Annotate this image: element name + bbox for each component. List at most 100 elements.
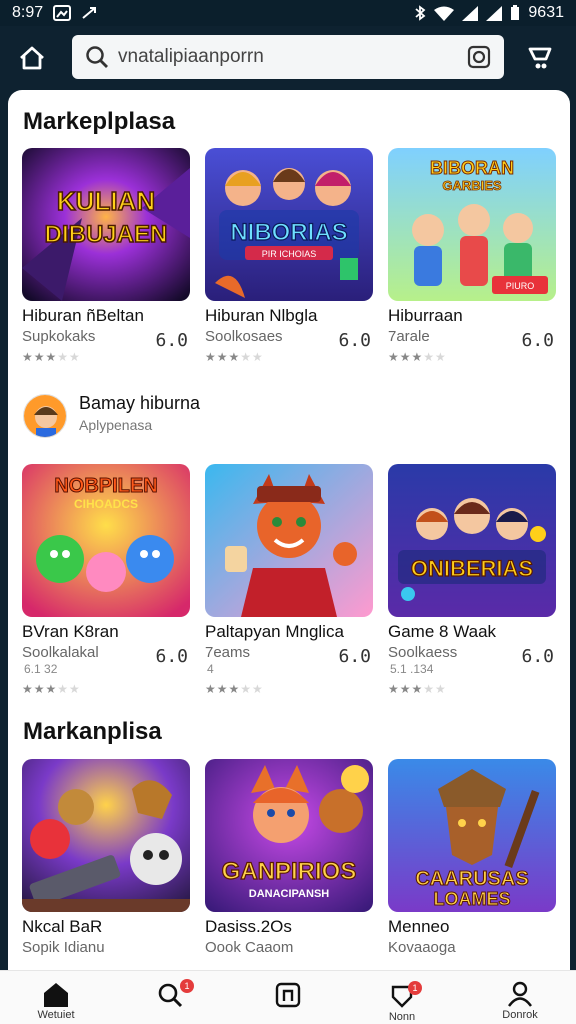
nav-home-label: Wetuiet	[37, 1009, 75, 1021]
camera-icon[interactable]	[466, 44, 492, 70]
app-card[interactable]: Paltapyan Mnglica 7eams 4 ★★★★★ 6.0	[205, 464, 373, 696]
app-thumbnail[interactable]: NOBPILEN CIHOADCS	[22, 464, 190, 617]
thumb-title: KULIAN	[57, 186, 155, 216]
app-card[interactable]: NOBPILEN CIHOADCS BVran K8ran Soolkalaka…	[22, 464, 190, 696]
section-title: Markeplplasa	[23, 108, 176, 135]
app-name: Paltapyan Mnglica	[205, 622, 344, 641]
app-developer: Soolkosaes	[205, 328, 283, 345]
bag-icon	[275, 982, 301, 1008]
cart-icon	[528, 47, 552, 69]
avatar[interactable]	[23, 394, 67, 438]
thumb-subtitle: GARBIES	[442, 178, 502, 193]
search-icon	[86, 46, 108, 68]
app-price: 6.0	[155, 646, 188, 667]
app-card[interactable]: Nkcal BaR Sopik Idianu	[22, 759, 190, 956]
app-developer: Oook Caaom	[205, 939, 294, 956]
thumb-title: GANPIRIOS	[222, 858, 357, 885]
nav-offers[interactable]: 1 Nonn	[352, 971, 452, 1024]
nav-arrow-icon	[82, 7, 97, 19]
search-input[interactable]	[118, 46, 466, 68]
app-card[interactable]: NIBORIAS PIR ICHOIAS Hiburan Nlbgla Sool…	[205, 148, 373, 364]
app-price: 6.0	[338, 330, 371, 351]
section-title: Markanplisa	[23, 718, 162, 745]
app-thumbnail[interactable]: NIBORIAS PIR ICHOIAS	[205, 148, 373, 301]
content-panel: Markeplplasa KULIAN DIBUJAEN Hiburan ñBe…	[8, 90, 570, 970]
app-name: Dasiss.2Os	[205, 917, 292, 936]
app-thumbnail[interactable]: CAARUSAS LOAMES	[388, 759, 556, 912]
app-price: 6.0	[521, 646, 554, 667]
star-rating: ★★★★★	[388, 682, 447, 696]
thumb-title: NIBORIAS	[230, 219, 347, 246]
signal-icon	[462, 5, 479, 21]
nav-profile[interactable]: Donrok	[470, 971, 570, 1024]
app-thumbnail[interactable]: KULIAN DIBUJAEN	[22, 148, 190, 301]
app-name: Menneo	[388, 917, 450, 936]
app-card[interactable]: ONIBERIAS Game 8 Waak Soolkaess 5.1 .134…	[388, 464, 556, 696]
nav-offers-label: Nonn	[388, 1011, 416, 1023]
cart-button[interactable]	[522, 40, 558, 76]
app-price: 6.0	[155, 330, 188, 351]
app-developer: Soolkaess	[388, 644, 458, 661]
status-time: 8:97	[12, 4, 44, 21]
search-bar[interactable]	[72, 35, 504, 79]
bottom-navigation: Wetuiet 1 1 Nonn Donrok	[0, 970, 576, 1024]
app-name: Hiburan ñBeltan	[22, 306, 144, 325]
app-developer: Soolkalakal	[22, 644, 99, 661]
thumb-title: BIBORAN	[430, 158, 514, 178]
app-card[interactable]: BIBORAN GARBIES PIURO Hiburraan 7arale ★…	[388, 148, 556, 364]
status-bar: 8:97 9631	[0, 0, 576, 26]
app-meta: 4	[207, 662, 214, 676]
home-icon	[44, 983, 68, 1007]
app-thumbnail[interactable]: ONIBERIAS	[388, 464, 556, 617]
app-price: 6.0	[338, 646, 371, 667]
thumb-subtitle: PIR ICHOIAS	[262, 249, 317, 259]
thumb-tag: PIURO	[506, 281, 535, 291]
thumb-subtitle: LOAMES	[433, 889, 510, 909]
app-card[interactable]: GANPIRIOS DANACIPANSH Dasiss.2Os Oook Ca…	[205, 759, 373, 956]
nav-profile-label: Donrok	[502, 1009, 538, 1021]
app-meta: 6.1 32	[24, 662, 58, 676]
home-button[interactable]	[14, 40, 50, 76]
app-name: Nkcal BaR	[22, 917, 103, 936]
battery-icon	[511, 5, 520, 20]
thumb-subtitle: DANACIPANSH	[249, 888, 330, 900]
home-icon	[20, 46, 44, 70]
app-name: BVran K8ran	[22, 622, 119, 641]
bluetooth-icon	[415, 5, 426, 21]
notification-badge: 1	[180, 979, 194, 993]
nav-search[interactable]: 1	[120, 971, 220, 1024]
developer-row[interactable]: Bamay hiburna Aplypenasa	[23, 392, 553, 442]
app-card[interactable]: CAARUSAS LOAMES Menneo Kovaaoga	[388, 759, 556, 956]
app-bar	[0, 26, 576, 90]
star-rating: ★★★★★	[205, 350, 264, 364]
app-name: Hiburan Nlbgla	[205, 306, 318, 325]
app-thumbnail[interactable]: BIBORAN GARBIES PIURO	[388, 148, 556, 301]
thumb-title: NOBPILEN	[54, 475, 157, 497]
app-meta: 5.1 .134	[390, 662, 434, 676]
app-developer: Supkokaks	[22, 328, 96, 345]
nav-home[interactable]: Wetuiet	[6, 971, 106, 1024]
signal-icon-2	[486, 5, 503, 21]
star-rating: ★★★★★	[22, 682, 81, 696]
developer-subtitle: Aplypenasa	[79, 417, 153, 433]
app-thumbnail[interactable]	[205, 464, 373, 617]
app-developer: Kovaaoga	[388, 939, 456, 956]
app-card[interactable]: KULIAN DIBUJAEN Hiburan ñBeltan Supkokak…	[22, 148, 190, 364]
app-thumbnail[interactable]: GANPIRIOS DANACIPANSH	[205, 759, 373, 912]
app-thumbnail[interactable]	[22, 759, 190, 912]
thumb-title: CAARUSAS	[415, 868, 528, 890]
notification-badge: 1	[408, 981, 422, 995]
star-rating: ★★★★★	[388, 350, 447, 364]
thumb-subtitle: CIHOADCS	[74, 497, 138, 511]
app-price: 6.0	[521, 330, 554, 351]
thumb-title: ONIBERIAS	[411, 556, 533, 581]
gallery-icon	[53, 5, 72, 21]
app-developer: 7arale	[388, 328, 430, 345]
app-developer: 7eams	[205, 644, 251, 661]
status-battery: 9631	[528, 4, 564, 21]
app-name: Game 8 Waak	[388, 622, 497, 641]
app-developer: Sopik Idianu	[22, 939, 105, 956]
nav-store[interactable]	[238, 971, 338, 1024]
thumb-subtitle: DIBUJAEN	[45, 221, 168, 248]
developer-name: Bamay hiburna	[79, 393, 201, 413]
